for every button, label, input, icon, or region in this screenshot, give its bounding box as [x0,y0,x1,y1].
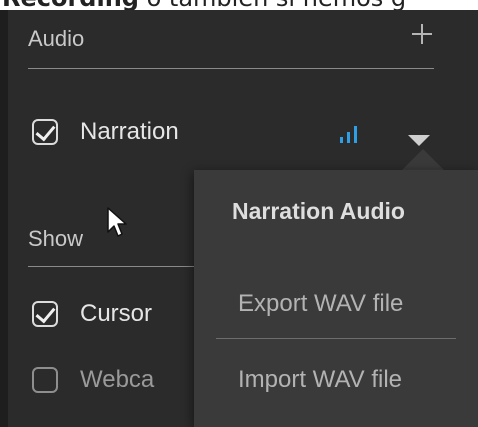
narration-audio-menu: Narration Audio Export WAV file Import W… [194,170,478,427]
narration-checkbox[interactable] [32,119,58,145]
caption-text: Recording o también si hemos g [0,0,478,10]
show-section-title: Show [28,226,84,251]
narration-label: Narration [80,118,179,145]
webcam-row[interactable]: Webca [32,366,154,394]
mouse-pointer-icon [107,207,127,237]
audio-section-title: Audio [28,26,85,51]
popup-title: Narration Audio [232,198,405,224]
popup-caret [402,149,444,170]
cursor-checkbox[interactable] [32,301,58,327]
panel-edge [0,10,8,427]
import-wav-menu-item[interactable]: Import WAV file [238,366,402,394]
cursor-label: Cursor [80,300,153,327]
caption-bold: Recording [2,0,139,10]
popup-divider [216,338,456,339]
show-section-divider [28,266,198,267]
chevron-down-icon[interactable] [408,135,430,146]
webcam-label: Webca [80,366,155,393]
audio-level-icon [340,125,362,143]
audio-section-divider [28,68,434,69]
plus-icon[interactable] [410,22,434,46]
caption-rest: o también si hemos g [139,0,407,10]
webcam-checkbox[interactable] [32,367,58,393]
export-wav-menu-item[interactable]: Export WAV file [238,290,403,318]
cursor-row[interactable]: Cursor [32,300,152,328]
narration-row[interactable]: Narration [32,118,179,146]
